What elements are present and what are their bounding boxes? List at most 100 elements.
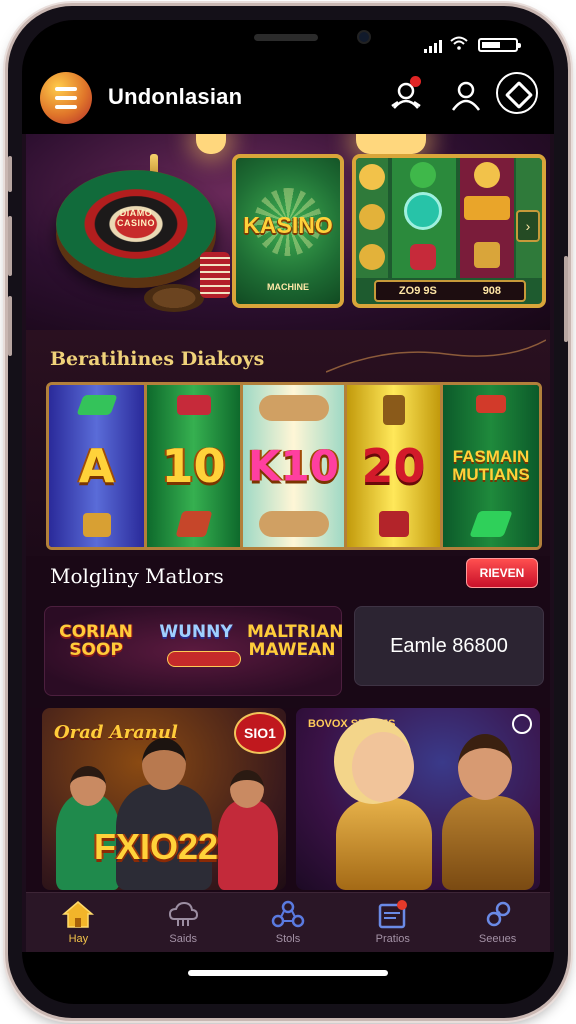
app-header: Undonlasian xyxy=(22,64,554,134)
reel: FASMAIN MUTIANS xyxy=(443,385,539,547)
character-head xyxy=(352,732,414,802)
kasino-title: KASINO xyxy=(243,212,333,238)
leaf-icon xyxy=(75,395,118,415)
slot-footer: ZO9 9S 908 xyxy=(374,280,526,302)
hero-banner[interactable]: DIAMO CASINO KASINO MACHINE ZO9 9S 908 › xyxy=(26,134,550,330)
home-indicator[interactable] xyxy=(188,970,388,976)
phone-frame: Undonlasian DIAMO CASINO KASINO MACHINE … xyxy=(8,6,568,1018)
scroll-icon xyxy=(474,242,500,268)
speaker xyxy=(254,34,318,41)
settings-link-icon xyxy=(486,901,510,927)
earnings-card[interactable]: Eamle 86800 xyxy=(354,606,544,686)
promo-card-right[interactable]: BOVOX SRANJS xyxy=(296,708,540,890)
coin-icon xyxy=(359,244,385,270)
game-logo[interactable]: MALTRIAN MAWEAN xyxy=(247,623,344,659)
reel: 20 xyxy=(347,385,443,547)
bottom-nav: Hay Saids Stols Pratios Seeues xyxy=(26,892,550,952)
nav-label: Saids xyxy=(169,933,197,945)
slot-column xyxy=(392,158,456,278)
reel-symbol: 20 xyxy=(361,439,426,493)
chip-tray xyxy=(144,284,204,312)
card-tag: BOVOX SRANJS xyxy=(308,718,396,730)
side-button xyxy=(8,156,12,192)
matches-title: Molgliny Matlors xyxy=(50,564,224,588)
reel-symbol: K10 xyxy=(248,441,339,491)
coin-row-icon xyxy=(258,395,329,421)
network-icon xyxy=(271,900,305,928)
promo-card-left[interactable]: Orad Aranul FXIO22 SIO1 xyxy=(42,708,286,890)
slot-footer-right: 908 xyxy=(482,285,502,297)
power-button xyxy=(564,256,568,342)
featured-section: Beratihines Diakoys A 10 K10 20 FASMAIN … xyxy=(26,330,550,556)
nav-label: Hay xyxy=(68,933,89,945)
promo-cards: Orad Aranul FXIO22 SIO1 BOVOX SRANJS xyxy=(26,708,550,892)
character-head xyxy=(142,738,186,790)
roulette-label: DIAMO CASINO xyxy=(116,208,155,228)
matches-header: Molgliny Matlors RIEVEN xyxy=(26,556,550,600)
cross-icon xyxy=(382,395,405,425)
game-badge xyxy=(167,651,241,667)
card-bonus-text: FXIO22 xyxy=(94,826,219,867)
notifications-button[interactable] xyxy=(386,76,426,116)
lamp xyxy=(356,134,426,154)
gem-icon xyxy=(378,511,409,537)
game-logos-strip[interactable]: CORIAN SOOP WUNNY MALTRIAN MAWEAN xyxy=(44,606,344,696)
wild-icon xyxy=(464,196,510,220)
card-badge: SIO1 xyxy=(234,712,286,754)
section-title: Beratihines Diakoys xyxy=(50,348,265,370)
nav-item-stols[interactable]: Stols xyxy=(236,893,341,952)
cloud-icon xyxy=(169,901,199,926)
menu-button[interactable] xyxy=(40,72,92,124)
edit-icon[interactable] xyxy=(512,714,532,734)
compass-badge-icon[interactable] xyxy=(496,72,538,114)
reel: K10 xyxy=(243,385,347,547)
slot-column xyxy=(460,158,514,278)
chevron-right-icon[interactable]: › xyxy=(516,210,540,242)
chip-stack xyxy=(200,252,230,298)
leaf-icon xyxy=(469,511,513,537)
slot-reels[interactable]: A 10 K10 20 FASMAIN MUTIANS xyxy=(46,382,542,550)
nav-label: Stols xyxy=(275,933,301,945)
volume-up-button xyxy=(8,216,12,276)
character-head xyxy=(458,734,512,800)
reel-symbol: A xyxy=(78,439,115,493)
volume-down-button xyxy=(8,296,12,356)
review-button[interactable]: RIEVEN xyxy=(466,558,538,588)
home-bar-area xyxy=(22,952,554,1004)
nav-item-seeues[interactable]: Seeues xyxy=(445,893,550,952)
slot-column xyxy=(356,158,388,278)
gem-icon xyxy=(476,395,506,413)
battery-icon xyxy=(478,38,521,52)
user-icon xyxy=(451,81,481,111)
coin-row-icon xyxy=(258,511,329,537)
game-logo[interactable]: WUNNY xyxy=(151,623,241,641)
signal-icon xyxy=(424,40,442,53)
notification-dot xyxy=(410,76,421,87)
screen: Undonlasian DIAMO CASINO KASINO MACHINE … xyxy=(22,20,554,1004)
roulette-wheel: DIAMO CASINO xyxy=(56,170,216,278)
gem-icon xyxy=(175,511,212,537)
cherry-icon xyxy=(410,244,436,270)
bell-icon xyxy=(82,513,111,537)
character-head xyxy=(230,770,264,808)
inbox-icon xyxy=(378,900,407,929)
game-logo[interactable]: CORIAN SOOP xyxy=(51,623,141,659)
character xyxy=(442,796,534,890)
reel-symbol: 10 xyxy=(161,439,226,493)
kasino-card[interactable]: KASINO MACHINE xyxy=(232,154,344,308)
coin-icon xyxy=(359,164,385,190)
nav-item-saids[interactable]: Saids xyxy=(131,893,236,952)
reel-symbol: FASMAIN MUTIANS xyxy=(452,447,530,484)
scroll-icon xyxy=(176,395,211,415)
profile-button[interactable] xyxy=(446,76,486,116)
front-camera xyxy=(357,30,371,44)
coin-icon xyxy=(474,162,500,188)
ornament-flourish xyxy=(326,339,546,373)
wifi-icon xyxy=(450,36,468,50)
nav-label: Pratios xyxy=(375,933,410,945)
nav-item-home[interactable]: Hay xyxy=(26,893,131,952)
status-bar xyxy=(22,20,554,64)
nav-item-pratios[interactable]: Pratios xyxy=(340,893,445,952)
kasino-subtitle: MACHINE xyxy=(267,282,309,292)
character xyxy=(218,800,278,890)
